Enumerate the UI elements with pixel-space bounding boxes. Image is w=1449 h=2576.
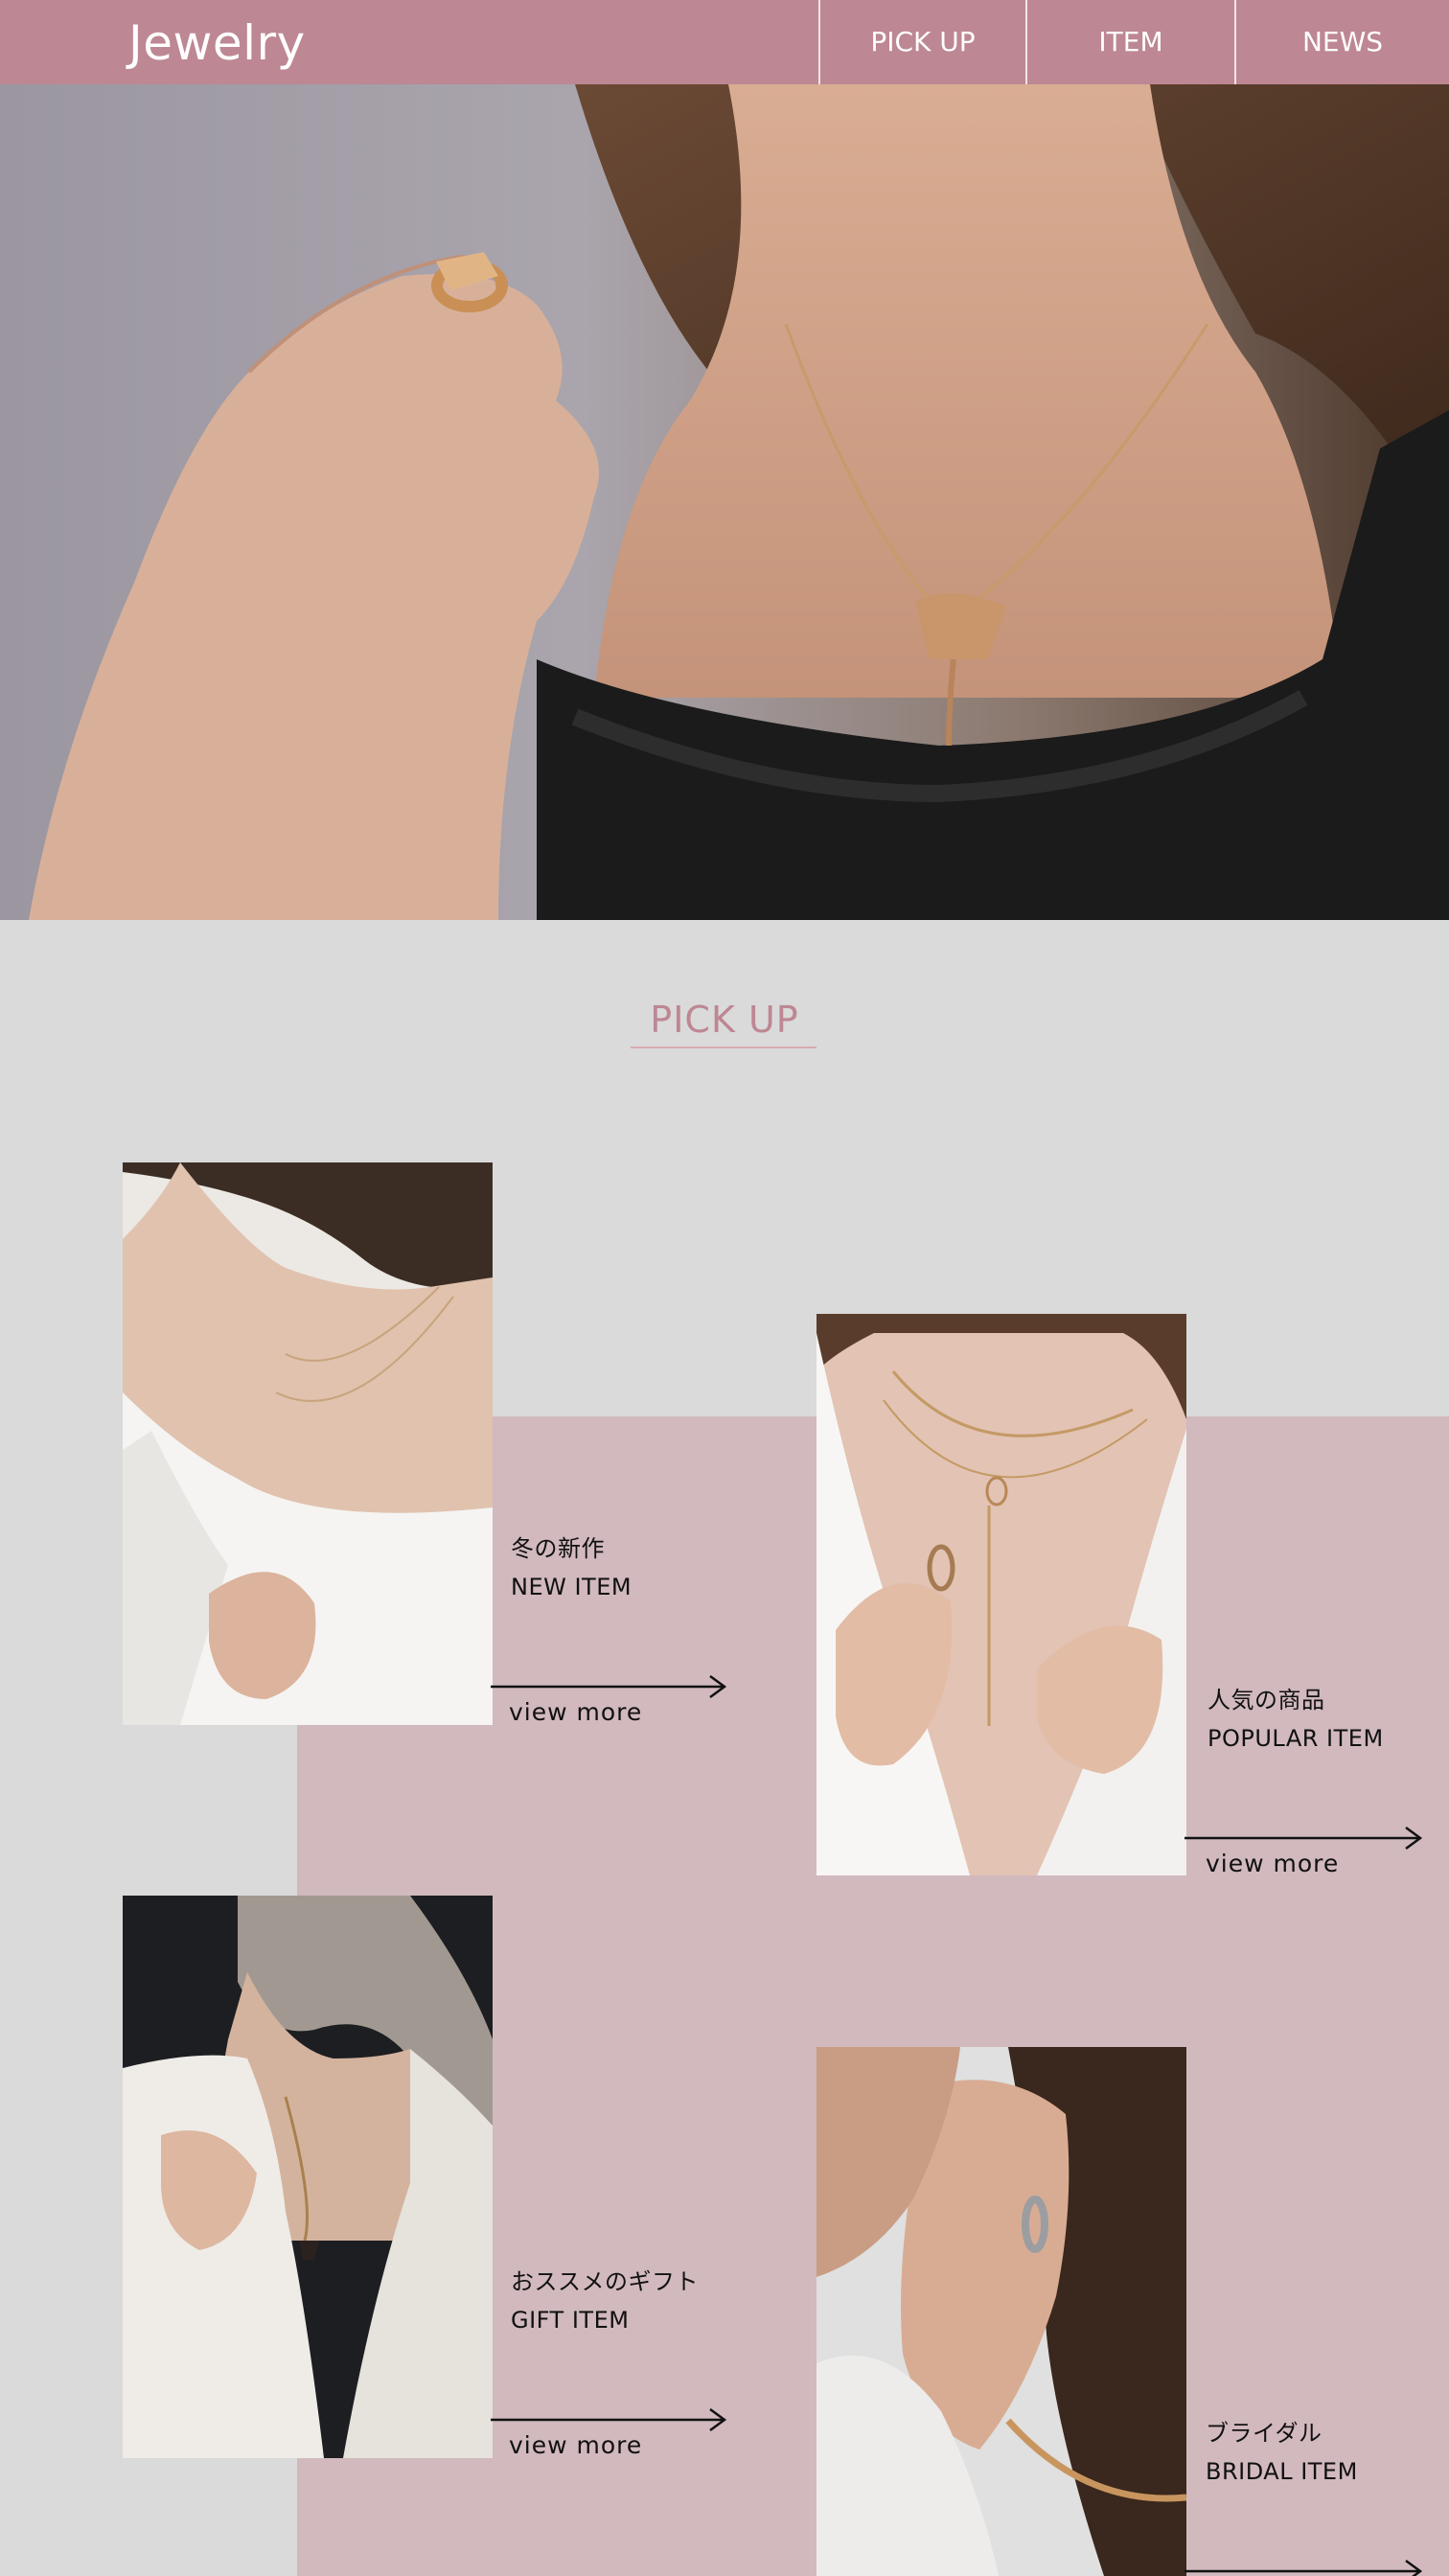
section-title-pick-up: PICK UP	[650, 999, 799, 1041]
bridal-item-caption-jp: ブライダル	[1206, 2420, 1322, 2447]
bridal-item-caption: ブライダル BRIDAL ITEM	[1206, 2414, 1358, 2491]
hero-illustration	[29, 84, 1449, 920]
new-item-view-more-link[interactable]: view more	[509, 1698, 642, 1726]
popular-item-arrow-icon[interactable]	[1184, 1826, 1424, 1851]
hero-image	[0, 84, 1449, 920]
gift-item-caption-jp: おススメのギフト	[511, 2268, 699, 2295]
site-header: Jewelry PICK UP ITEM NEWS	[0, 0, 1449, 84]
popular-item-caption-jp: 人気の商品	[1208, 1687, 1325, 1714]
section-title-underline	[631, 1046, 816, 1048]
nav-item[interactable]: ITEM	[1025, 0, 1234, 84]
nav-news[interactable]: NEWS	[1234, 0, 1449, 84]
new-item-photo[interactable]	[123, 1162, 493, 1725]
popular-item-caption: 人気の商品 POPULAR ITEM	[1208, 1681, 1384, 1758]
popular-item-view-more-link[interactable]: view more	[1206, 1850, 1339, 1877]
gift-item-caption: おススメのギフト GIFT ITEM	[511, 2263, 699, 2339]
new-item-caption: 冬の新作 NEW ITEM	[511, 1530, 632, 1606]
site-logo[interactable]: Jewelry	[128, 10, 306, 77]
popular-item-caption-en: POPULAR ITEM	[1208, 1725, 1384, 1752]
bridal-item-caption-en: BRIDAL ITEM	[1206, 2458, 1358, 2485]
new-item-arrow-icon[interactable]	[491, 1674, 728, 1699]
new-item-caption-en: NEW ITEM	[511, 1574, 632, 1600]
bridal-item-arrow-icon[interactable]	[1184, 2559, 1424, 2576]
gift-item-arrow-icon[interactable]	[491, 2407, 728, 2432]
nav-pick-up[interactable]: PICK UP	[818, 0, 1025, 84]
gift-item-caption-en: GIFT ITEM	[511, 2307, 630, 2334]
bridal-item-photo[interactable]	[816, 2047, 1186, 2576]
popular-item-photo[interactable]	[816, 1314, 1186, 1875]
gift-item-view-more-link[interactable]: view more	[509, 2431, 642, 2459]
new-item-caption-jp: 冬の新作	[511, 1535, 605, 1562]
gift-item-photo[interactable]	[123, 1896, 493, 2458]
